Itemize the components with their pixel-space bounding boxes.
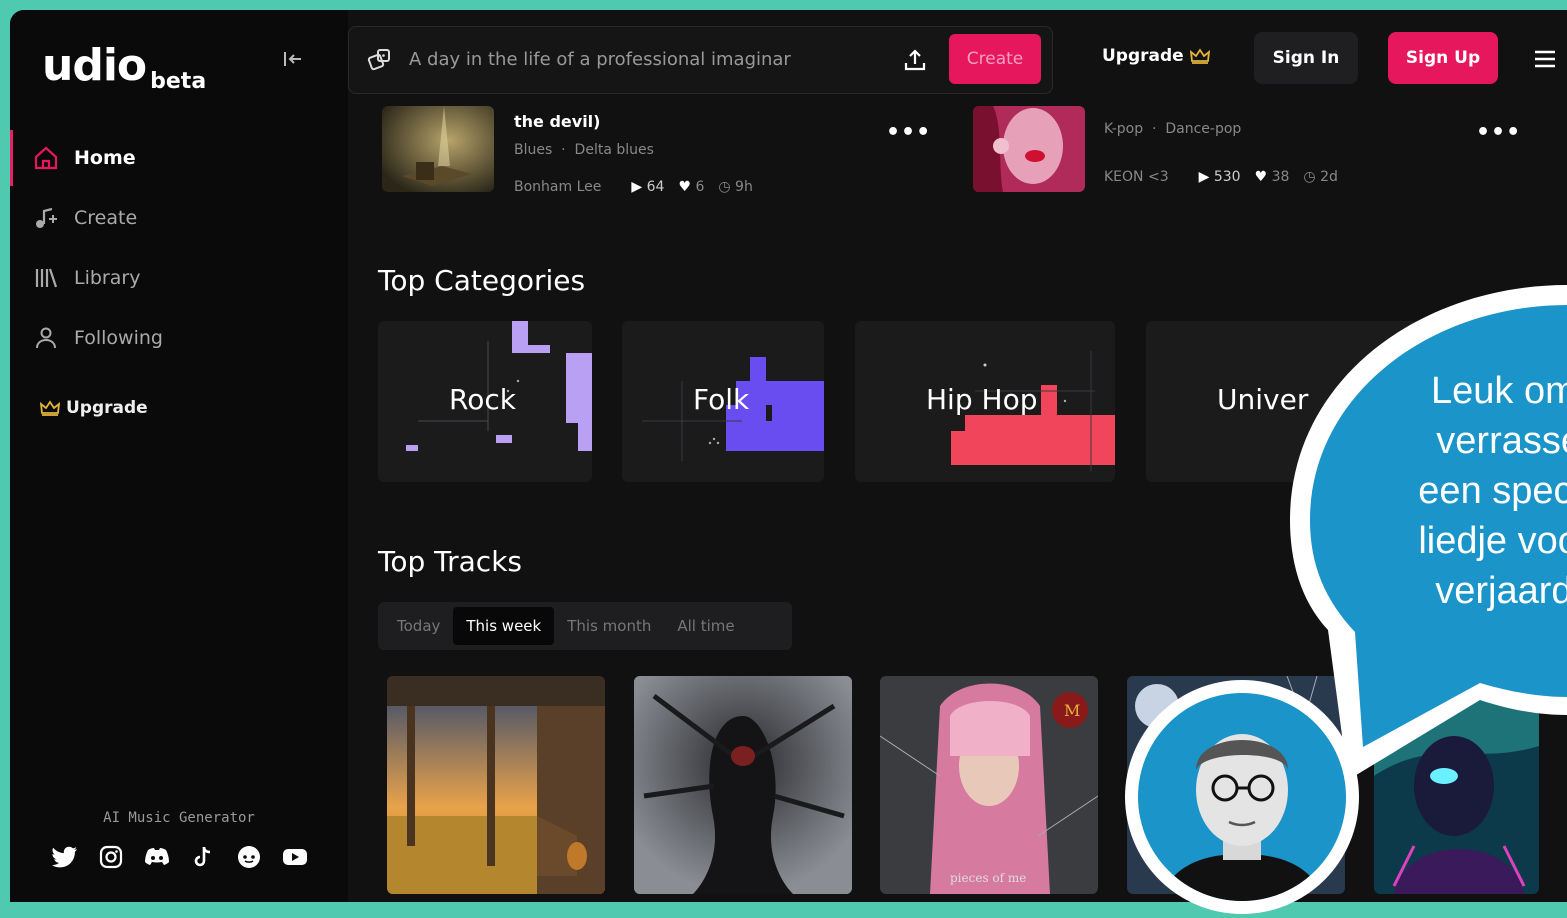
sidebar-item-label: Library bbox=[74, 267, 141, 289]
clock-icon: ◷ bbox=[1303, 169, 1316, 185]
track-row[interactable]: K-pop · Dance-pop KEON <3 ▶ 530 ♥ 38 ◷ 2… bbox=[973, 106, 1473, 194]
category-card-folk[interactable]: Folk bbox=[622, 321, 824, 482]
track-meta: Bonham Lee ▶ 64 ♥ 6 ◷ 9h bbox=[514, 179, 753, 195]
track-artist[interactable]: KEON <3 bbox=[1104, 169, 1169, 185]
prompt-bar[interactable]: A day in the life of a professional imag… bbox=[348, 26, 1053, 94]
app-logo[interactable]: udio beta bbox=[42, 40, 206, 94]
sidebar-item-label: Home bbox=[74, 147, 136, 169]
neon-figure-cover bbox=[1374, 676, 1539, 894]
age-label: ◷ 2d bbox=[1303, 169, 1338, 185]
upload-icon[interactable] bbox=[902, 47, 928, 73]
music-plus-icon bbox=[32, 204, 60, 232]
speech-bubble-text: Leuk om te verrassen: een speciaal liedj… bbox=[1418, 370, 1567, 612]
track-meta: KEON <3 ▶ 530 ♥ 38 ◷ 2d bbox=[1104, 169, 1338, 185]
track-card[interactable] bbox=[1374, 676, 1539, 894]
category-label: Rock bbox=[449, 383, 516, 416]
reddit-icon[interactable] bbox=[232, 840, 266, 874]
crown-icon bbox=[40, 400, 60, 416]
track-row[interactable]: the devil) Blues · Delta blues Bonham Le… bbox=[382, 106, 882, 195]
avatar bbox=[1125, 680, 1359, 914]
category-card-hip-hop[interactable]: Hip Hop bbox=[855, 321, 1115, 482]
prompt-input[interactable]: A day in the life of a professional imag… bbox=[409, 49, 849, 70]
sidebar-item-library[interactable]: Library bbox=[10, 248, 348, 308]
plays-count: ▶ 64 bbox=[631, 179, 665, 195]
social-links bbox=[48, 840, 312, 874]
play-icon: ▶ bbox=[631, 179, 643, 195]
cover-caption: pieces of me bbox=[950, 871, 1026, 885]
home-icon bbox=[32, 144, 60, 172]
tab-today[interactable]: Today bbox=[384, 607, 453, 645]
likes-count: ♥ 38 bbox=[1254, 169, 1290, 185]
sidebar: udio beta Home Create Library Following … bbox=[10, 10, 348, 902]
sidebar-item-following[interactable]: Following bbox=[10, 308, 348, 368]
pink-hair-girl-cover: M pieces of me bbox=[880, 676, 1098, 894]
tiktok-icon[interactable] bbox=[186, 840, 220, 874]
play-icon: ▶ bbox=[1198, 169, 1210, 185]
track-genres: K-pop · Dance-pop bbox=[1104, 121, 1242, 137]
likes-count: ♥ 6 bbox=[678, 179, 705, 195]
sidebar-item-label: Create bbox=[74, 207, 138, 229]
create-button[interactable]: Create bbox=[949, 34, 1041, 84]
crown-icon bbox=[1189, 48, 1210, 64]
sign-up-button[interactable]: Sign Up bbox=[1388, 32, 1498, 84]
category-card-rock[interactable]: Rock bbox=[378, 321, 592, 482]
heart-icon: ♥ bbox=[678, 179, 691, 195]
ai-music-label: AI Music Generator bbox=[103, 810, 255, 826]
presenter-avatar bbox=[1125, 680, 1359, 914]
plays-count: ▶ 530 bbox=[1198, 169, 1241, 185]
track-card[interactable]: M pieces of me bbox=[880, 676, 1098, 894]
youtube-icon[interactable] bbox=[278, 840, 312, 874]
tab-this-week[interactable]: This week bbox=[453, 607, 555, 645]
track-cover[interactable] bbox=[973, 106, 1085, 192]
porch-sunset-cover bbox=[387, 676, 605, 894]
more-options-button[interactable]: ••• bbox=[1476, 120, 1521, 145]
dark-figure-cover bbox=[634, 676, 852, 894]
instagram-icon[interactable] bbox=[94, 840, 128, 874]
library-icon bbox=[32, 264, 60, 292]
dice-icon[interactable] bbox=[367, 47, 393, 73]
sidebar-item-home[interactable]: Home bbox=[10, 128, 348, 188]
tab-this-month[interactable]: This month bbox=[554, 607, 664, 645]
heart-icon: ♥ bbox=[1254, 169, 1268, 185]
sidebar-upgrade-link[interactable]: Upgrade bbox=[40, 398, 148, 418]
svg-text:M: M bbox=[1064, 701, 1080, 720]
hamburger-menu-icon[interactable] bbox=[1532, 46, 1558, 72]
person-icon bbox=[32, 324, 60, 352]
category-label: Univer bbox=[1217, 383, 1309, 416]
sign-in-button[interactable]: Sign In bbox=[1254, 32, 1358, 84]
sidebar-item-label: Following bbox=[74, 327, 163, 349]
sidebar-nav: Home Create Library Following bbox=[10, 128, 348, 368]
sidebar-footer: AI Music Generator bbox=[10, 792, 348, 902]
section-title-tracks: Top Tracks bbox=[378, 545, 523, 578]
section-title-categories: Top Categories bbox=[378, 264, 586, 297]
clock-icon: ◷ bbox=[718, 179, 731, 195]
track-card[interactable] bbox=[387, 676, 605, 894]
header-upgrade-link[interactable]: Upgrade bbox=[1102, 46, 1210, 66]
track-card[interactable] bbox=[634, 676, 852, 894]
more-options-button[interactable]: ••• bbox=[886, 120, 931, 145]
track-cover[interactable] bbox=[382, 106, 494, 192]
tab-all-time[interactable]: All time bbox=[664, 607, 747, 645]
collapse-sidebar-button[interactable] bbox=[280, 48, 306, 74]
track-genres: Blues · Delta blues bbox=[514, 142, 654, 158]
track-artist[interactable]: Bonham Lee bbox=[514, 179, 601, 195]
category-label: Folk bbox=[693, 383, 750, 416]
age-label: ◷ 9h bbox=[718, 179, 753, 195]
twitter-icon[interactable] bbox=[48, 840, 82, 874]
time-range-tabs: Today This week This month All time bbox=[378, 602, 792, 650]
sidebar-item-create[interactable]: Create bbox=[10, 188, 348, 248]
discord-icon[interactable] bbox=[140, 840, 174, 874]
category-label: Hip Hop bbox=[926, 383, 1038, 416]
collapse-icon bbox=[284, 52, 301, 66]
